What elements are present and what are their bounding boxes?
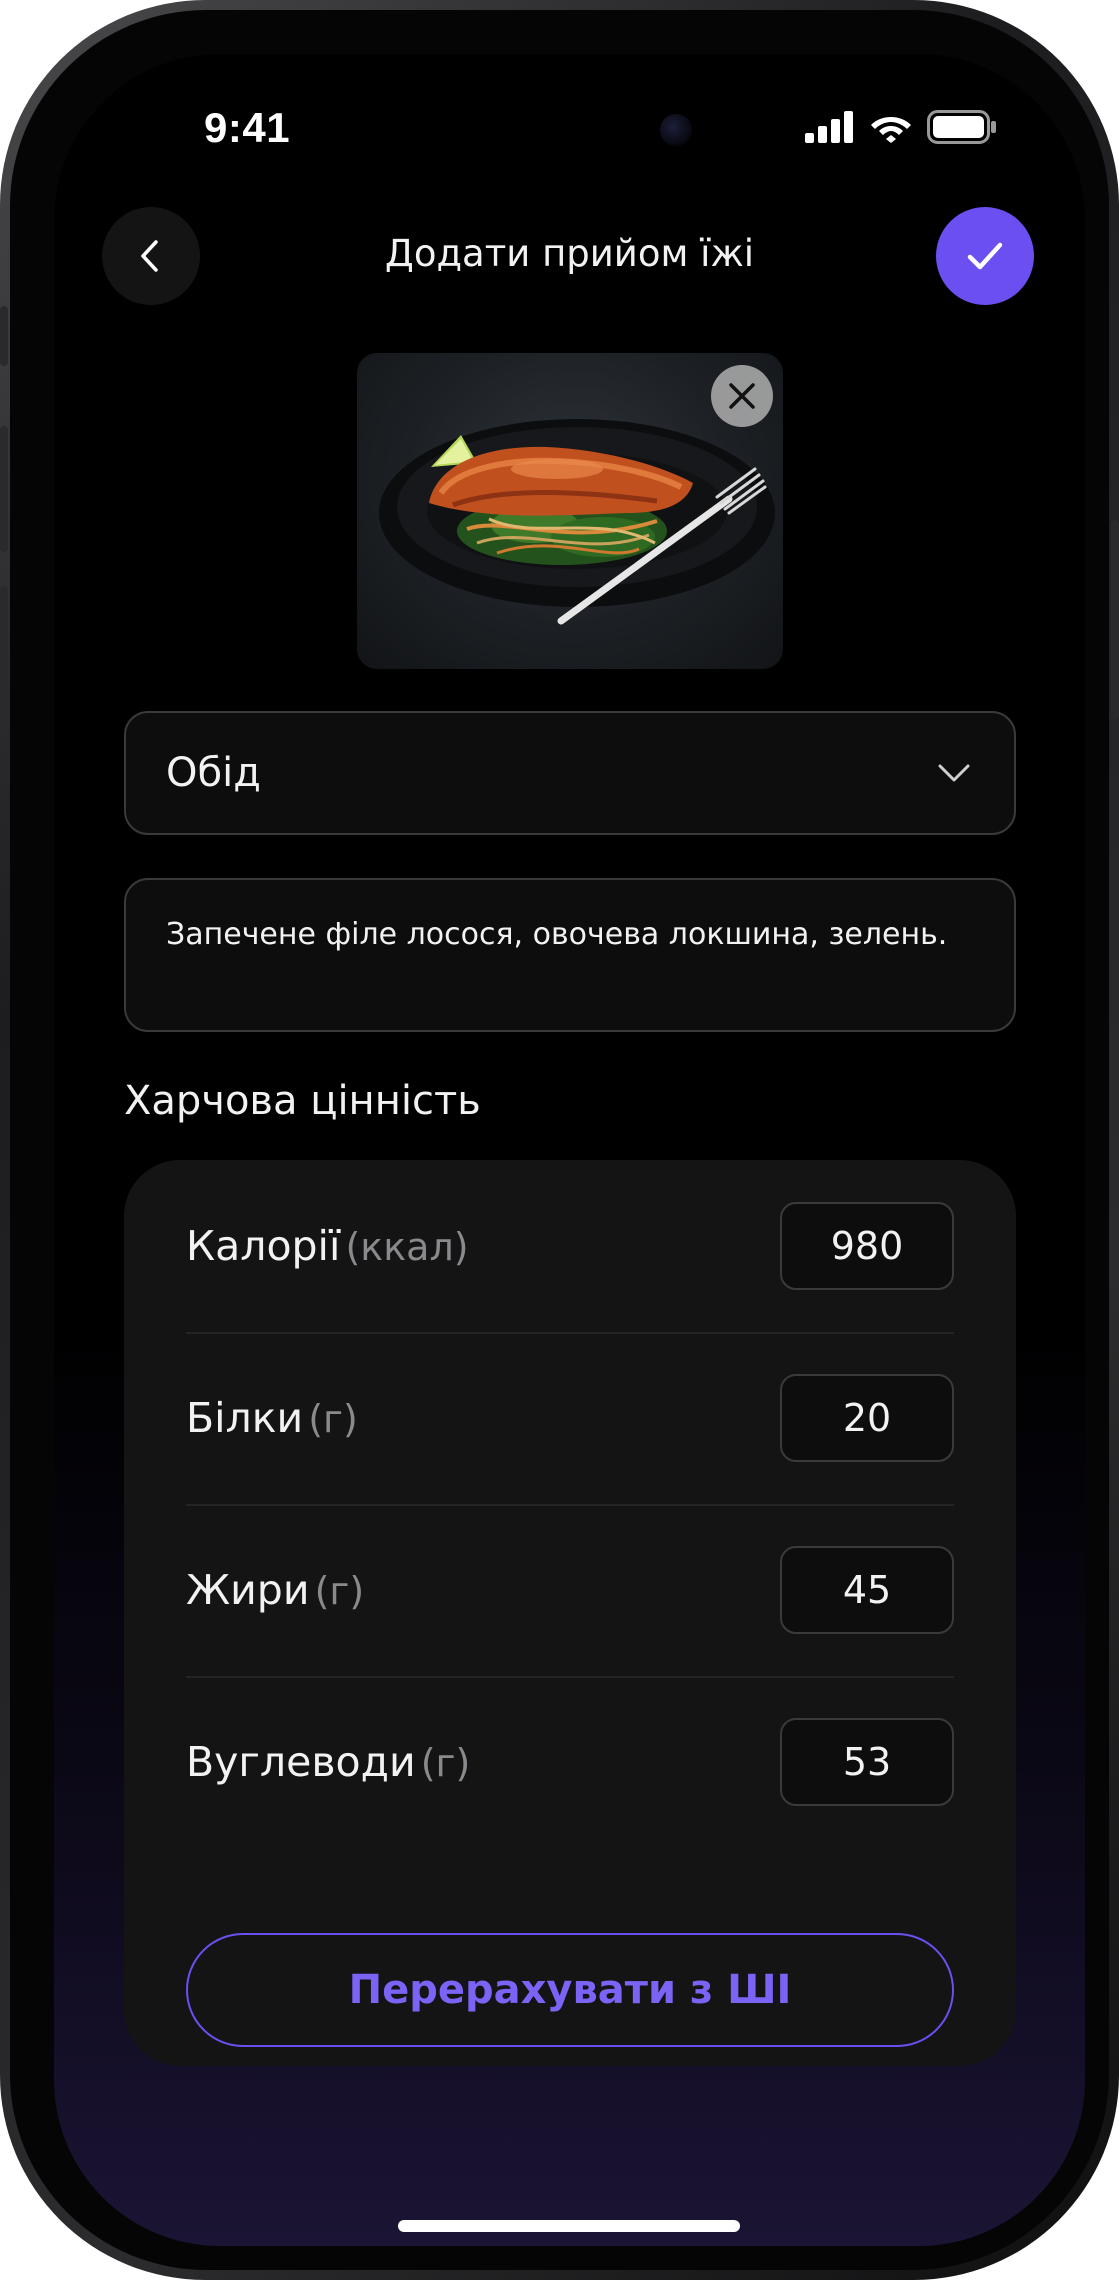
nutrition-label: Жири (г) bbox=[186, 1566, 364, 1614]
dynamic-island bbox=[406, 82, 728, 178]
carbs-label: Вуглеводи bbox=[186, 1738, 416, 1786]
close-icon bbox=[729, 383, 755, 409]
action-button bbox=[0, 306, 8, 366]
nutrition-label: Калорії (ккал) bbox=[186, 1222, 469, 1270]
bezel: 9:41 Додати прийом їжі Обід Запечене філ… bbox=[10, 10, 1109, 2270]
protein-input[interactable]: 20 bbox=[780, 1374, 954, 1462]
nutrition-title: Харчова цінність bbox=[124, 1078, 481, 1124]
nutrition-card: Калорії (ккал) 980 Білки (г) 20 Жири (г)… bbox=[124, 1160, 1016, 2066]
save-button[interactable] bbox=[936, 207, 1034, 305]
screen: 9:41 Додати прийом їжі Обід Запечене філ… bbox=[54, 54, 1085, 2246]
meal-photo bbox=[357, 353, 783, 669]
checkmark-icon bbox=[967, 242, 1003, 270]
battery-icon bbox=[927, 110, 996, 144]
nutrition-label: Вуглеводи (г) bbox=[186, 1738, 470, 1786]
power-button bbox=[1111, 520, 1119, 720]
chevron-down-icon bbox=[938, 764, 970, 782]
nutrition-row-fat: Жири (г) 45 bbox=[186, 1504, 954, 1676]
volume-up-button bbox=[0, 426, 8, 552]
volume-down-button bbox=[0, 586, 8, 712]
meal-description-input[interactable]: Запечене філе лосося, овочева локшина, з… bbox=[124, 878, 1016, 1032]
camera-icon bbox=[660, 114, 692, 146]
meal-type-value: Обід bbox=[166, 750, 261, 796]
meal-type-select[interactable]: Обід bbox=[124, 711, 1016, 835]
status-icons bbox=[805, 110, 997, 144]
nutrition-row-carbs: Вуглеводи (г) 53 bbox=[186, 1676, 954, 1848]
page-title: Додати прийом їжі bbox=[384, 232, 755, 275]
cellular-signal-icon bbox=[805, 111, 853, 143]
calories-input[interactable]: 980 bbox=[780, 1202, 954, 1290]
protein-unit: (г) bbox=[308, 1397, 358, 1441]
protein-label: Білки bbox=[186, 1394, 304, 1442]
calories-unit: (ккал) bbox=[345, 1225, 469, 1269]
wifi-icon bbox=[871, 117, 911, 143]
fat-input[interactable]: 45 bbox=[780, 1546, 954, 1634]
calories-label: Калорії bbox=[186, 1222, 341, 1270]
remove-photo-button[interactable] bbox=[711, 365, 773, 427]
fat-unit: (г) bbox=[314, 1569, 365, 1613]
carbs-input[interactable]: 53 bbox=[780, 1718, 954, 1806]
home-indicator[interactable] bbox=[398, 2220, 740, 2232]
status-time: 9:41 bbox=[204, 104, 291, 151]
fat-label: Жири bbox=[186, 1566, 310, 1614]
recalculate-ai-button[interactable]: Перерахувати з ШІ bbox=[186, 1933, 954, 2047]
phone-frame: 9:41 Додати прийом їжі Обід Запечене філ… bbox=[0, 0, 1119, 2280]
carbs-unit: (г) bbox=[420, 1741, 471, 1785]
nutrition-row-calories: Калорії (ккал) 980 bbox=[186, 1160, 954, 1332]
nutrition-label: Білки (г) bbox=[186, 1394, 358, 1442]
nutrition-row-protein: Білки (г) 20 bbox=[186, 1332, 954, 1504]
